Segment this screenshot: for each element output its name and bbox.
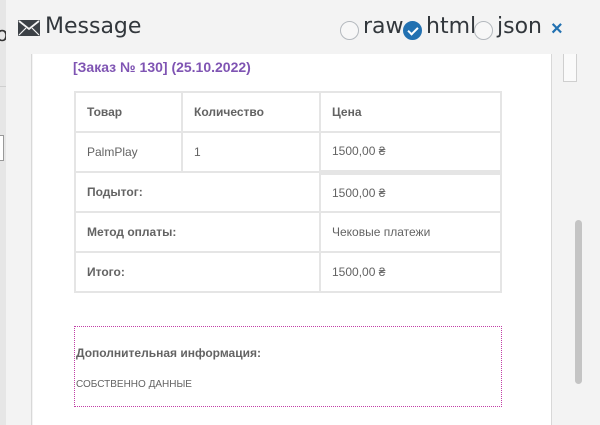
- additional-info-box: Дополнительная информация: СОБСТВЕННО ДА…: [74, 326, 502, 407]
- additional-info-label: Дополнительная информация:: [76, 346, 261, 360]
- json-radio[interactable]: [474, 21, 493, 40]
- close-button[interactable]: ×: [551, 18, 563, 41]
- order-table: Товар Количество Цена PalmPlay 1 1500,00…: [74, 91, 502, 293]
- background-input-fragment: [0, 135, 4, 161]
- total-value: 1500,00 ₴: [319, 251, 502, 293]
- cell-price: 1500,00 ₴: [319, 131, 502, 173]
- envelope-icon: [18, 20, 40, 36]
- raw-radio[interactable]: [340, 21, 359, 40]
- cell-quantity: 1: [181, 131, 321, 173]
- payment-method-row: Метод оплаты: Чековые платежи: [74, 211, 502, 253]
- subtotal-value: 1500,00 ₴: [319, 169, 502, 213]
- payment-method-value: Чековые платежи: [319, 211, 502, 253]
- background-panel-fragment: [563, 54, 577, 82]
- total-label: Итого:: [74, 251, 321, 293]
- subtotal-label: Подытог:: [74, 171, 321, 213]
- email-preview: [Заказ № 130] (25.10.2022) Товар Количес…: [33, 54, 551, 425]
- total-row: Итого: 1500,00 ₴: [74, 251, 502, 293]
- modal-title: Message: [45, 14, 142, 39]
- scrollbar-thumb[interactable]: [575, 220, 582, 384]
- additional-info-text: СОБСТВЕННО ДАННЫЕ: [76, 379, 192, 390]
- table-row: PalmPlay 1 1500,00 ₴: [74, 131, 502, 173]
- raw-option-label[interactable]: raw: [363, 14, 404, 39]
- header-quantity: Количество: [181, 91, 321, 133]
- content-gutter-left: [6, 54, 32, 425]
- json-option-label[interactable]: json: [497, 14, 542, 39]
- table-header-row: Товар Количество Цена: [74, 91, 502, 133]
- html-option-label[interactable]: html: [426, 14, 476, 39]
- html-radio[interactable]: [403, 21, 422, 40]
- modal-header: Message raw html json ×: [6, 0, 600, 54]
- payment-method-label: Метод оплаты:: [74, 211, 321, 253]
- cell-product: PalmPlay: [74, 131, 183, 173]
- header-product: Товар: [74, 91, 183, 133]
- header-price: Цена: [319, 91, 502, 133]
- subtotal-row: Подытог: 1500,00 ₴: [74, 169, 502, 213]
- order-title: [Заказ № 130] (25.10.2022): [73, 59, 251, 75]
- message-modal: Message raw html json × [Заказ № 130] (2…: [6, 0, 600, 425]
